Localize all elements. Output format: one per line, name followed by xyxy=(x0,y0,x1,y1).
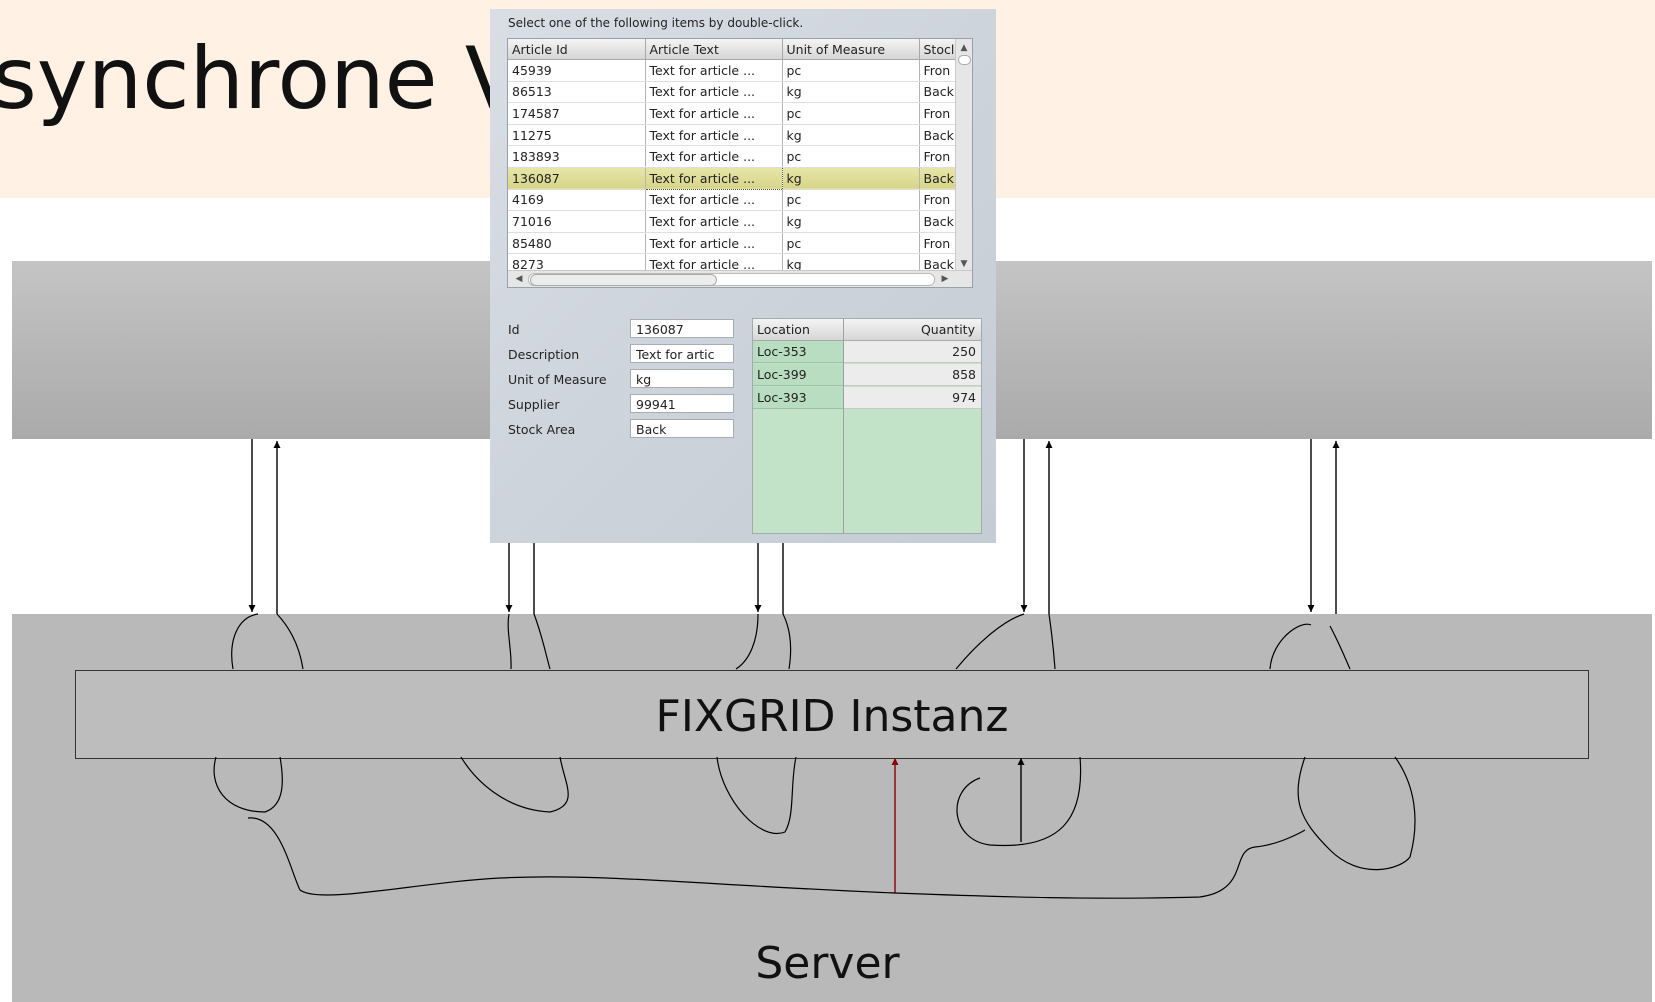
cell-stock: Back xyxy=(919,210,957,233)
cell-stock: Back xyxy=(919,124,957,147)
cell-article-id: 45939 xyxy=(508,59,646,82)
cell-article-text: Text for article ... xyxy=(645,81,783,104)
selection-prompt: Select one of the following items by dou… xyxy=(508,16,804,30)
cell-uom: kg xyxy=(782,124,920,147)
cell-article-id: 11275 xyxy=(508,124,646,147)
scroll-left-icon[interactable]: ◀ xyxy=(512,271,526,287)
cell-stock: Fron xyxy=(919,189,957,212)
column-header-quantity[interactable]: Quantity xyxy=(921,319,975,340)
table-row[interactable]: Loc-353 250 xyxy=(753,341,981,364)
unit-of-measure-label: Unit of Measure xyxy=(508,372,607,387)
table-row[interactable]: Loc-393 974 xyxy=(753,387,981,410)
cell-uom: kg xyxy=(782,167,920,190)
cell-stock: Fron xyxy=(919,102,957,125)
table-row[interactable]: 45939 Text for article ... pc Fron xyxy=(508,59,957,82)
cell-uom: kg xyxy=(782,81,920,104)
column-header-location[interactable]: Location xyxy=(757,319,810,340)
cell-uom: pc xyxy=(782,59,920,82)
scroll-down-icon[interactable]: ▼ xyxy=(956,257,972,271)
column-divider xyxy=(843,319,844,533)
cell-uom: pc xyxy=(782,232,920,255)
horizontal-scrollbar[interactable]: ◀ ▶ xyxy=(508,270,972,287)
location-grid[interactable]: Location Quantity Loc-353 250 Loc-399 85… xyxy=(752,318,982,534)
cell-location: Loc-393 xyxy=(753,387,843,409)
cell-stock: Fron xyxy=(919,59,957,82)
table-row[interactable]: 174587 Text for article ... pc Fron xyxy=(508,102,957,125)
cell-quantity: 974 xyxy=(844,387,981,409)
id-field[interactable]: 136087 xyxy=(630,319,734,338)
cell-quantity: 858 xyxy=(844,364,981,386)
scroll-up-icon[interactable]: ▲ xyxy=(956,41,972,55)
cell-uom: kg xyxy=(782,210,920,233)
cell-stock: Back xyxy=(919,81,957,104)
cell-article-text: Text for article ... xyxy=(645,59,783,82)
cell-stock: Fron xyxy=(919,232,957,255)
cell-uom: pc xyxy=(782,145,920,168)
description-label: Description xyxy=(508,347,580,362)
table-row[interactable]: Loc-399 858 xyxy=(753,364,981,387)
unit-of-measure-field[interactable]: kg xyxy=(630,369,734,388)
supplier-label: Supplier xyxy=(508,397,560,412)
horizontal-scroll-thumb[interactable] xyxy=(530,274,717,286)
cell-uom: pc xyxy=(782,102,920,125)
cell-article-text: Text for article ... xyxy=(645,124,783,147)
vertical-scrollbar[interactable]: ▲ ▼ xyxy=(955,39,972,271)
cell-article-text: Text for article ... xyxy=(645,189,783,212)
cell-article-id: 86513 xyxy=(508,81,646,104)
article-grid[interactable]: Article Id Article Text Unit of Measure … xyxy=(507,38,973,288)
cell-quantity: 250 xyxy=(844,341,981,363)
table-row[interactable]: 11275 Text for article ... kg Back xyxy=(508,124,957,147)
scroll-right-icon[interactable]: ▶ xyxy=(938,271,952,287)
column-header-stock-area[interactable]: Stocl xyxy=(919,39,957,60)
cell-article-id: 174587 xyxy=(508,102,646,125)
cell-article-id: 136087 xyxy=(508,167,646,190)
column-header-article-id[interactable]: Article Id xyxy=(508,39,646,60)
table-row[interactable]: 183893 Text for article ... pc Fron xyxy=(508,145,957,168)
cell-article-id: 85480 xyxy=(508,232,646,255)
article-selection-dialog: Select one of the following items by dou… xyxy=(490,9,996,543)
table-row[interactable]: 85480 Text for article ... pc Fron xyxy=(508,232,957,255)
cell-stock: Fron xyxy=(919,145,957,168)
supplier-field[interactable]: 99941 xyxy=(630,394,734,413)
cell-article-id: 4169 xyxy=(508,189,646,212)
cell-location: Loc-399 xyxy=(753,364,843,386)
stock-area-label: Stock Area xyxy=(508,422,576,437)
cell-stock: Back xyxy=(919,167,957,190)
id-label: Id xyxy=(508,322,520,337)
cell-article-text: Text for article ... xyxy=(644,166,783,190)
column-header-unit-of-measure[interactable]: Unit of Measure xyxy=(782,39,920,60)
connector-curves xyxy=(213,613,1416,899)
cell-article-id: 71016 xyxy=(508,210,646,233)
cell-article-text: Text for article ... xyxy=(645,210,783,233)
cell-article-text: Text for article ... xyxy=(645,102,783,125)
cell-article-id: 183893 xyxy=(508,145,646,168)
vertical-scroll-thumb[interactable] xyxy=(958,55,971,65)
cell-article-text: Text for article ... xyxy=(645,232,783,255)
cell-uom: pc xyxy=(782,189,920,212)
column-header-article-text[interactable]: Article Text xyxy=(645,39,783,60)
stock-area-field[interactable]: Back xyxy=(630,419,734,438)
description-field[interactable]: Text for artic xyxy=(630,344,734,363)
cell-article-text: Text for article ... xyxy=(645,145,783,168)
table-row-selected[interactable]: 136087 Text for article ... kg Back xyxy=(508,166,957,190)
table-row[interactable]: 86513 Text for article ... kg Back xyxy=(508,81,957,104)
table-row[interactable]: 71016 Text for article ... kg Back xyxy=(508,210,957,233)
cell-location: Loc-353 xyxy=(753,341,843,363)
location-grid-header: Location Quantity xyxy=(753,319,981,341)
table-row[interactable]: 4169 Text for article ... pc Fron xyxy=(508,189,957,212)
